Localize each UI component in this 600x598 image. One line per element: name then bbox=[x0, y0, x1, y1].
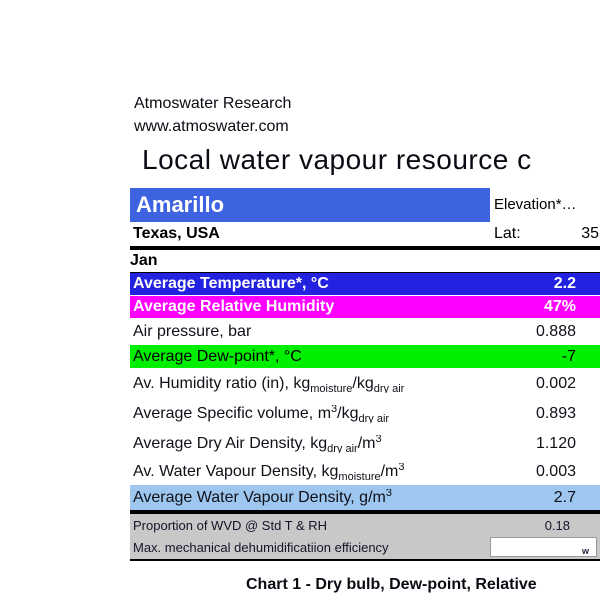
month-header-jan[interactable]: Jan bbox=[130, 252, 158, 270]
table-row-humidity-ratio[interactable]: Av. Humidity ratio (in), kgmoisture/kgdr… bbox=[130, 369, 600, 399]
table-row-specific-volume[interactable]: Average Specific volume, m3/kgdry air 0.… bbox=[130, 399, 600, 429]
org-name: Atmoswater Research bbox=[134, 95, 292, 112]
table-row-air-pressure[interactable]: Air pressure, bar 0.888 bbox=[130, 319, 600, 345]
table-row-water-vapour-density-kg[interactable]: Av. Water Vapour Density, kgmoisture/m3 … bbox=[130, 459, 600, 485]
row-value[interactable]: 0.18 bbox=[470, 518, 600, 533]
city-cell[interactable]: Amarillo bbox=[130, 188, 490, 222]
org-header: Atmoswater Research www.atmoswater.com bbox=[134, 92, 291, 138]
efficiency-dropdown-cell[interactable]: w bbox=[490, 537, 597, 557]
row-value[interactable]: 2.7 bbox=[470, 489, 600, 507]
data-table: Amarillo Elevation*… Texas, USA Lat: 35 … bbox=[130, 188, 600, 561]
table-row-wvd-proportion[interactable]: Proportion of WVD @ Std T & RH 0.18 bbox=[130, 514, 600, 536]
row-label: Average Water Vapour Density, g/m3 bbox=[133, 488, 392, 506]
table-row-avg-water-vapour-density[interactable]: Average Water Vapour Density, g/m3 2.7 bbox=[130, 485, 600, 510]
city-row: Amarillo Elevation*… bbox=[130, 188, 600, 222]
row-value[interactable]: 0.002 bbox=[470, 375, 600, 393]
row-label: Air pressure, bar bbox=[133, 323, 252, 340]
table-row-avg-dew-point[interactable]: Average Dew-point*, °C -7 bbox=[130, 345, 600, 369]
footer-section: Proportion of WVD @ Std T & RH 0.18 Max.… bbox=[130, 510, 600, 561]
row-label: Av. Water Vapour Density, kgmoisture/m3 bbox=[133, 463, 405, 481]
chart-caption: Chart 1 - Dry bulb, Dew-point, Relative bbox=[246, 576, 537, 593]
table-row-avg-relative-humidity[interactable]: Average Relative Humidity 47% bbox=[130, 296, 600, 319]
dropdown-marker-icon[interactable]: w bbox=[582, 547, 589, 556]
month-header-row: Jan bbox=[130, 246, 600, 273]
spreadsheet-view: Atmoswater Research www.atmoswater.com L… bbox=[0, 0, 600, 598]
org-url[interactable]: www.atmoswater.com bbox=[134, 115, 291, 138]
table-row-dry-air-density[interactable]: Average Dry Air Density, kgdry air/m3 1.… bbox=[130, 429, 600, 459]
row-label: Proportion of WVD @ Std T & RH bbox=[133, 517, 328, 533]
row-label: Av. Humidity ratio (in), kgmoisture/kgdr… bbox=[133, 375, 405, 393]
row-value[interactable]: 2.2 bbox=[470, 275, 600, 293]
row-value[interactable]: 47% bbox=[470, 298, 600, 316]
row-value[interactable]: 0.003 bbox=[470, 463, 600, 481]
page-title: Local water vapour resource c bbox=[142, 144, 532, 175]
region-row: Texas, USA Lat: 35 bbox=[130, 222, 600, 246]
row-value[interactable]: 1.120 bbox=[470, 435, 600, 453]
elevation-label[interactable]: Elevation*… bbox=[490, 188, 600, 222]
row-label: Average Relative Humidity bbox=[133, 298, 335, 315]
table-row-avg-temperature[interactable]: Average Temperature*, °C 2.2 bbox=[130, 273, 600, 296]
latitude-value[interactable]: 35 bbox=[581, 222, 600, 246]
row-label: Average Temperature*, °C bbox=[133, 275, 329, 292]
row-value[interactable]: 0.893 bbox=[470, 405, 600, 423]
latitude-label[interactable]: Lat: bbox=[490, 222, 521, 246]
row-label: Average Dry Air Density, kgdry air/m3 bbox=[133, 435, 382, 453]
table-row-dehumidification-efficiency[interactable]: Max. mechanical dehumidificatiion effici… bbox=[130, 536, 600, 559]
row-label: Average Specific volume, m3/kgdry air bbox=[133, 405, 390, 423]
region-cell[interactable]: Texas, USA bbox=[130, 222, 490, 246]
row-label: Average Dew-point*, °C bbox=[133, 347, 302, 365]
row-value[interactable]: -7 bbox=[470, 348, 600, 366]
row-value[interactable]: 0.888 bbox=[470, 323, 600, 341]
